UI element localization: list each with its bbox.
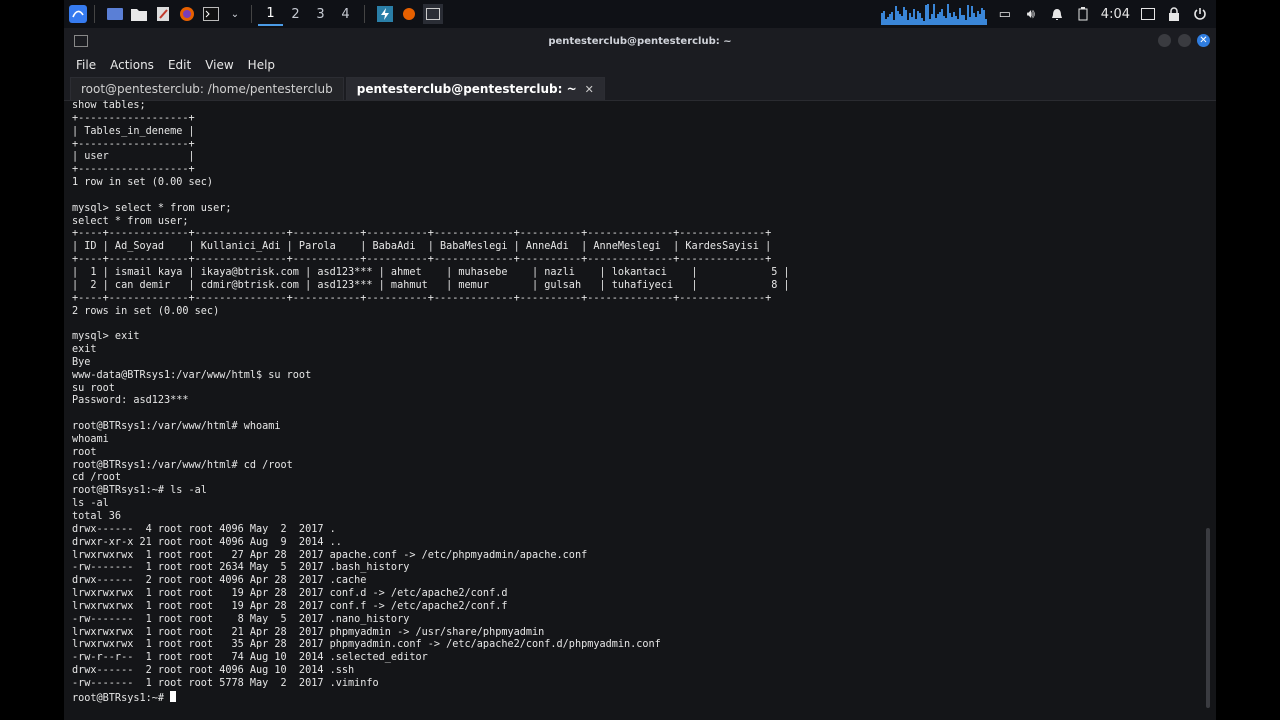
volume-icon[interactable]: 🔊︎ xyxy=(1023,6,1039,22)
terminal-line: Bye xyxy=(72,356,91,368)
terminal-line: drwx------ 2 root root 4096 Apr 28 2017 … xyxy=(72,575,367,587)
terminal-line: whoami xyxy=(72,433,109,445)
terminal-line: drwx------ 2 root root 4096 Aug 10 2014 … xyxy=(72,665,355,677)
tab-root-home[interactable]: root@pentesterclub: /home/pentesterclub xyxy=(70,77,344,100)
terminal-line: | Tables_in_deneme | xyxy=(72,125,195,137)
system-tray: ▭ 🔊︎ 4:04 xyxy=(997,6,1208,22)
terminal-line: lrwxrwxrwx 1 root root 19 Apr 28 2017 co… xyxy=(72,600,508,612)
terminal-line: www-data@BTRsys1:/var/www/html$ su root xyxy=(72,369,312,381)
terminal-line: Password: asd123*** xyxy=(72,395,189,407)
terminal-line: -rw------- 1 root root 2634 May 5 2017 .… xyxy=(72,562,410,574)
terminal-line: +------------------+ xyxy=(72,164,195,176)
panel-separator xyxy=(364,5,365,23)
power-icon[interactable] xyxy=(1192,6,1208,22)
close-tab-icon[interactable]: ✕ xyxy=(585,83,594,96)
terminal-line: root xyxy=(72,446,97,458)
terminal-line: total 36 xyxy=(72,511,122,522)
minimize-button[interactable] xyxy=(1158,34,1171,47)
tab-bar: root@pentesterclub: /home/pentesterclub … xyxy=(64,76,1216,101)
terminal-line: -rw-r--r-- 1 root root 74 Aug 10 2014 .s… xyxy=(72,652,428,664)
terminal-line: +----+-------------+---------------+----… xyxy=(72,292,772,304)
screenshot-icon[interactable] xyxy=(1140,6,1156,22)
terminal-line: 2 rows in set (0.00 sec) xyxy=(72,305,220,317)
panel-separator xyxy=(251,5,252,23)
taskbar-app-icon[interactable] xyxy=(375,4,395,24)
tab-pentesterclub-home[interactable]: pentesterclub@pentesterclub: ~ ✕ xyxy=(345,77,605,100)
terminal-line: +------------------+ xyxy=(72,138,195,150)
terminal-prompt-line: root@BTRsys1:~# xyxy=(72,690,1202,704)
show-desktop-icon[interactable] xyxy=(105,4,125,24)
menu-file[interactable]: File xyxy=(76,58,96,72)
top-panel: ⌄ 1 2 3 4 ▭ 🔊︎ 4:04 xyxy=(64,0,1216,28)
terminal-launcher-icon[interactable] xyxy=(201,4,221,24)
terminal-output[interactable]: show tables; +------------------+ | Tables… xyxy=(72,100,1202,710)
tab-label: root@pentesterclub: /home/pentesterclub xyxy=(81,82,333,96)
terminal-line: lrwxrwxrwx 1 root root 35 Apr 28 2017 ph… xyxy=(72,639,661,651)
tab-label: pentesterclub@pentesterclub: ~ xyxy=(356,82,577,96)
terminal-line: exit xyxy=(72,344,97,356)
terminal-line: +----+-------------+---------------+----… xyxy=(72,228,772,240)
terminal-window: pentesterclub@pentesterclub: ~ ✕ File Ac… xyxy=(64,28,1216,720)
right-letterbox xyxy=(1216,0,1280,720)
terminal-line: cd /root xyxy=(72,472,122,484)
menu-view[interactable]: View xyxy=(205,58,233,72)
terminal-line: show tables; xyxy=(72,100,146,111)
text-editor-icon[interactable] xyxy=(153,4,173,24)
terminal-line: | ID | Ad_Soyad | Kullanici_Adi | Parola… xyxy=(72,241,772,253)
terminal-scrollbar[interactable] xyxy=(1206,528,1210,708)
terminal-line: select * from user; xyxy=(72,215,189,227)
close-button[interactable]: ✕ xyxy=(1197,34,1210,47)
taskbar-firefox-icon[interactable] xyxy=(399,4,419,24)
workspace-1[interactable]: 1 xyxy=(258,2,283,26)
maximize-button[interactable] xyxy=(1178,34,1191,47)
terminal-line: root@BTRsys1:/var/www/html# cd /root xyxy=(72,459,293,471)
kali-menu-icon[interactable] xyxy=(68,4,88,24)
menu-actions[interactable]: Actions xyxy=(110,58,154,72)
file-manager-icon[interactable] xyxy=(129,4,149,24)
menu-edit[interactable]: Edit xyxy=(168,58,191,72)
chevron-down-icon[interactable]: ⌄ xyxy=(225,4,245,24)
terminal-prompt: root@BTRsys1:~# xyxy=(72,692,171,704)
terminal-line: -rw------- 1 root root 5778 May 2 2017 .… xyxy=(72,677,379,689)
terminal-line: lrwxrwxrwx 1 root root 19 Apr 28 2017 co… xyxy=(72,588,508,600)
terminal-cursor xyxy=(170,690,177,702)
firefox-icon[interactable] xyxy=(177,4,197,24)
terminal-line: root@BTRsys1:/var/www/html# whoami xyxy=(72,421,281,433)
window-title: pentesterclub@pentesterclub: ~ xyxy=(548,35,732,47)
terminal-line: drwxr-xr-x 21 root root 4096 Aug 9 2014 … xyxy=(72,536,342,548)
left-letterbox xyxy=(0,0,64,720)
clock[interactable]: 4:04 xyxy=(1101,7,1130,22)
taskbar-terminal-icon[interactable] xyxy=(423,4,443,24)
menu-help[interactable]: Help xyxy=(248,58,275,72)
battery-icon[interactable] xyxy=(1075,6,1091,22)
terminal-line: +------------------+ xyxy=(72,112,195,124)
terminal-line: | user | xyxy=(72,151,195,163)
lock-icon[interactable] xyxy=(1166,6,1182,22)
terminal-line: mysql> exit xyxy=(72,331,140,343)
terminal-line: mysql> select * from user; xyxy=(72,202,232,214)
terminal-line: root@BTRsys1:~# ls -al xyxy=(72,485,207,497)
workspace-4[interactable]: 4 xyxy=(333,2,358,26)
display-icon[interactable]: ▭ xyxy=(997,6,1013,22)
window-titlebar[interactable]: pentesterclub@pentesterclub: ~ ✕ xyxy=(64,28,1216,54)
terminal-line: | 1 | ismail kaya | ikaya@btrisk.com | a… xyxy=(72,266,790,278)
workspace-2[interactable]: 2 xyxy=(283,2,308,26)
terminal-line: 1 row in set (0.00 sec) xyxy=(72,177,214,189)
cpu-graph xyxy=(880,3,987,25)
terminal-line: | 2 | can demir | cdmir@btrisk.com | asd… xyxy=(72,279,790,291)
terminal-line: lrwxrwxrwx 1 root root 21 Apr 28 2017 ph… xyxy=(72,626,545,638)
terminal-line: -rw------- 1 root root 8 May 5 2017 .nan… xyxy=(72,613,410,625)
workspace-3[interactable]: 3 xyxy=(308,2,333,26)
menu-bar: File Actions Edit View Help xyxy=(64,54,1216,76)
terminal-line: +----+-------------+---------------+----… xyxy=(72,254,772,266)
notification-bell-icon[interactable] xyxy=(1049,6,1065,22)
panel-separator xyxy=(94,5,95,23)
terminal-line: drwx------ 4 root root 4096 May 2 2017 . xyxy=(72,523,336,535)
terminal-line: su root xyxy=(72,382,115,394)
terminal-line: ls -al xyxy=(72,498,109,510)
terminal-line: lrwxrwxrwx 1 root root 27 Apr 28 2017 ap… xyxy=(72,549,588,561)
